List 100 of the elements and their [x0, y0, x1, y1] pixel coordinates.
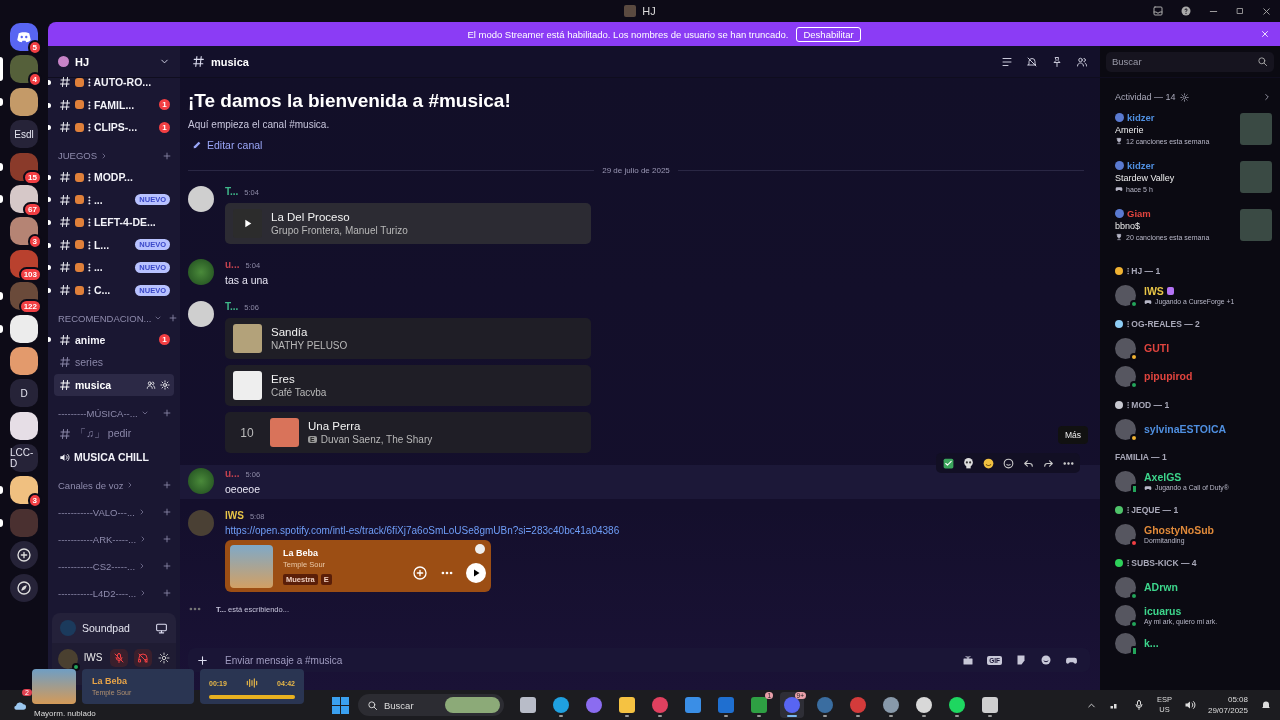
user-avatar[interactable]: [188, 186, 214, 212]
channel-item[interactable]: musica: [54, 373, 174, 397]
server-icon[interactable]: [10, 346, 38, 375]
category-label[interactable]: JUEGOS: [58, 150, 98, 162]
mute-button[interactable]: [110, 649, 128, 667]
mute-bell-icon[interactable]: [1026, 55, 1038, 68]
banner-message: El modo Streamer está habilitado. Los nombres de usuario se han truncado.: [467, 28, 789, 40]
members-icon[interactable]: [1076, 55, 1088, 68]
server-icon[interactable]: 122: [10, 282, 38, 311]
channel-item[interactable]: anime 1: [54, 328, 174, 351]
clock[interactable]: 05:08 29/07/2025: [1207, 694, 1248, 716]
volume-icon[interactable]: [1183, 699, 1196, 711]
gift-icon[interactable]: [962, 654, 975, 666]
member-name[interactable]: GhostyNoSub: [1144, 524, 1214, 536]
user-avatar[interactable]: [1115, 337, 1136, 359]
user-avatar[interactable]: [1115, 632, 1136, 654]
deafen-button[interactable]: [134, 649, 152, 667]
headphones-muted-icon: [137, 652, 149, 664]
track-title: Sandía: [271, 326, 309, 338]
pin-icon[interactable]: [1051, 55, 1063, 68]
microphone-icon[interactable]: [1132, 699, 1145, 711]
help-icon[interactable]: [1180, 5, 1192, 17]
channel-item[interactable]: ⁝ AUTO-RO...: [54, 71, 174, 94]
skull-emoji-icon[interactable]: [961, 456, 975, 470]
message-author[interactable]: lWS: [225, 510, 244, 521]
track-artist: Duvan Saenz, The Shary: [320, 434, 433, 445]
track-artist: Café Tacvba: [271, 387, 327, 398]
track-card[interactable]: Eres Café Tacvba: [225, 365, 591, 406]
sticker-icon[interactable]: [1015, 654, 1027, 666]
member-name[interactable]: ADrwn: [1144, 581, 1178, 593]
category-label[interactable]: -----------L4D2----...: [58, 587, 137, 599]
member-name[interactable]: icuarus: [1144, 605, 1182, 617]
category-label[interactable]: -----------CS2-----...: [58, 560, 136, 572]
message-author[interactable]: T...: [225, 186, 239, 197]
channel-item[interactable]: 「♫」 pedir: [54, 423, 174, 446]
plus-icon[interactable]: [196, 653, 209, 667]
screen-share-icon[interactable]: [155, 621, 168, 635]
member-name[interactable]: k...: [1144, 637, 1159, 649]
smile-emoji-icon[interactable]: [981, 456, 995, 470]
close-icon[interactable]: [1260, 29, 1270, 39]
hash-icon: [59, 333, 71, 346]
add-icon[interactable]: [412, 565, 428, 581]
threads-icon[interactable]: [1001, 55, 1013, 68]
category-label[interactable]: Canales de voz: [58, 479, 124, 491]
user-avatar[interactable]: [188, 301, 214, 327]
category-label[interactable]: -----------VALO---...: [58, 506, 135, 518]
channel-item[interactable]: series: [54, 350, 174, 374]
emoji-icon[interactable]: [1040, 654, 1052, 666]
category-label[interactable]: -----------ARK-----...: [58, 533, 137, 545]
message-author[interactable]: T...: [225, 301, 239, 312]
start-icon[interactable]: [332, 696, 349, 714]
activity-user[interactable]: Giam: [1127, 208, 1151, 219]
inbox-icon[interactable]: [1152, 5, 1164, 17]
server-icon[interactable]: [10, 411, 38, 440]
chevron-right-icon[interactable]: [1262, 92, 1272, 102]
server-icon[interactable]: [10, 87, 38, 116]
unread-indicator: [48, 219, 51, 225]
channel-item[interactable]: ⁝ CLIPS-... 1: [54, 116, 174, 139]
play-button[interactable]: [466, 563, 486, 583]
server-icon[interactable]: [10, 314, 38, 343]
channel-item[interactable]: ⁝ FAMIL... 1: [54, 93, 174, 117]
category-label[interactable]: RECOMENDACION...: [58, 312, 152, 324]
compass-icon: [16, 579, 32, 596]
member-name[interactable]: AxelGS: [1144, 470, 1182, 483]
track-card[interactable]: Sandía NATHY PELUSO: [225, 318, 591, 359]
activity-user[interactable]: kidzer: [1127, 112, 1155, 123]
server-name[interactable]: HJ: [75, 55, 153, 68]
explore-button[interactable]: [10, 573, 38, 602]
maximize-icon[interactable]: [1235, 6, 1245, 16]
voice-channel[interactable]: MUSICA CHILL: [54, 445, 174, 469]
notification-bell-icon[interactable]: [1260, 699, 1272, 711]
member-name[interactable]: pipupirod: [1144, 370, 1193, 382]
message-link[interactable]: https://open.spotify.com/intl-es/track/6fiXj7a6oSmLoUSe8gmUBn?si=283c40bc41a04386: [225, 525, 1084, 536]
add-member-icon[interactable]: [146, 379, 156, 390]
cover-placeholder: [1240, 208, 1272, 241]
category-label[interactable]: ---------MÚSICA--...: [58, 407, 138, 419]
member-name[interactable]: GUTI: [1144, 342, 1170, 354]
edit-channel-link[interactable]: Editar canal: [188, 139, 267, 151]
settings-icon[interactable]: [158, 652, 170, 664]
user-avatar[interactable]: [1115, 470, 1136, 492]
add-reaction-icon[interactable]: [1001, 456, 1015, 470]
close-icon[interactable]: [1261, 5, 1272, 17]
settings-icon[interactable]: [1179, 92, 1189, 102]
server-icon[interactable]: Esdl: [10, 120, 38, 149]
activity-title: Stardew Valley: [1115, 173, 1176, 183]
member-name[interactable]: lWS: [1144, 284, 1164, 297]
check-emoji-icon[interactable]: [941, 456, 955, 470]
disable-button[interactable]: Deshabilitar: [796, 26, 861, 42]
track-card[interactable]: La Del Proceso Grupo Frontera, Manuel Turizo: [225, 203, 591, 244]
search-field[interactable]: Buscar: [1106, 51, 1274, 72]
member-name[interactable]: sylvinaESTOICA: [1144, 423, 1227, 435]
channel-item[interactable]: ⁝ LEFT-4-DE...: [54, 210, 174, 234]
message-author[interactable]: u...: [225, 259, 240, 270]
user-avatar[interactable]: [1115, 418, 1136, 440]
channel-item[interactable]: ⁝ MODP...: [54, 165, 174, 189]
server-icon[interactable]: LCC-D: [10, 444, 38, 473]
activity-user[interactable]: kidzer: [1127, 160, 1155, 171]
server-icon[interactable]: D: [10, 379, 38, 408]
taskbar-search[interactable]: Buscar: [358, 694, 504, 716]
add-server-button[interactable]: [10, 541, 38, 570]
